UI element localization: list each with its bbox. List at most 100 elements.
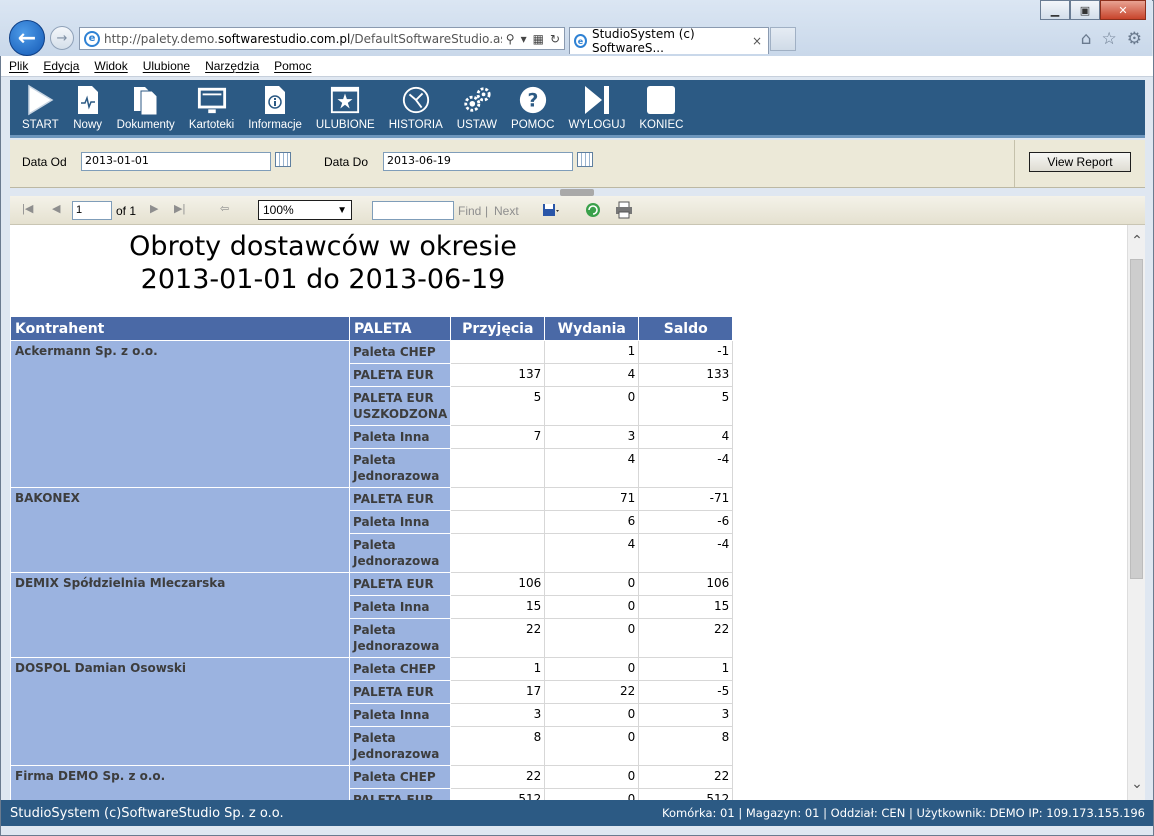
close-window-icon[interactable]: ✕ [1100, 0, 1146, 20]
menu-item-plik[interactable]: Plik [9, 59, 28, 73]
paleta-cell: Paleta Jednorazowa [348, 533, 452, 573]
gears-icon [462, 84, 492, 116]
paleta-cell: PALETA EUR [348, 487, 452, 511]
next-page-icon[interactable]: ▶ [150, 202, 158, 215]
saldo-cell: 22 [638, 765, 734, 789]
settings-gear-icon[interactable]: ⚙ [1127, 29, 1142, 49]
search-icon[interactable]: ⚲ [506, 32, 515, 46]
toolbar-historia-label: HISTORIA [388, 119, 443, 131]
address-bar[interactable]: e http://palety.demo.softwarestudio.com.… [79, 27, 565, 50]
report-scrollbar[interactable]: ⌃ ⌄ [1127, 225, 1145, 800]
scroll-up-icon[interactable]: ⌃ [1128, 233, 1146, 249]
compatibility-icon[interactable]: ▦ [533, 32, 544, 46]
toolbar-pomoc-button[interactable]: ? POMOC [504, 80, 561, 135]
przyjecia-cell: 137 [450, 363, 546, 387]
back-arrow-icon: ← [17, 25, 37, 51]
paleta-cell: PALETA EUR [348, 363, 452, 387]
saldo-cell: 512 [638, 788, 734, 800]
favorites-star-icon[interactable]: ☆ [1102, 29, 1117, 49]
kontrahent-cell: DEMIX Spółdzielnia Mleczarska [10, 572, 350, 658]
url-text[interactable]: http://palety.demo.softwarestudio.com.pl… [104, 32, 502, 46]
export-icon[interactable] [542, 201, 560, 219]
end-icon [646, 84, 676, 116]
wydania-cell: 0 [544, 765, 640, 789]
next-link[interactable]: Next [494, 204, 519, 218]
paleta-cell: Paleta Jednorazowa [348, 448, 452, 488]
collapse-parameters-handle[interactable] [560, 189, 594, 196]
menu-item-edycja[interactable]: Edycja [43, 59, 79, 73]
page-number-input[interactable]: 1 [72, 201, 112, 220]
new-tab-button[interactable] [770, 27, 796, 51]
wydania-cell: 0 [544, 703, 640, 727]
info-icon [260, 84, 290, 116]
toolbar-kartoteki-button[interactable]: Kartoteki [182, 80, 241, 135]
toolbar-wyloguj-label: WYLOGUJ [568, 119, 626, 131]
back-button[interactable]: ← [9, 20, 45, 56]
wydania-cell: 4 [544, 448, 640, 488]
status-copyright: StudioSystem (c)SoftwareStudio Sp. z o.o… [10, 805, 284, 821]
toolbar-koniec-button[interactable]: KONIEC [632, 80, 690, 135]
date-from-input[interactable]: 2013-01-01 [81, 152, 271, 171]
paleta-cell: Paleta CHEP [348, 657, 452, 681]
find-input[interactable] [372, 201, 454, 220]
przyjecia-cell [450, 448, 546, 488]
paleta-cell: Paleta Jednorazowa [348, 726, 452, 766]
print-icon[interactable] [615, 201, 633, 219]
report-toolbar: |◀ ◀ 1 of 1 ▶ ▶| ⇦ 100% ▼ Find | Next [10, 196, 1145, 225]
find-link[interactable]: Find [458, 204, 481, 218]
forward-button[interactable]: → [50, 26, 74, 50]
browser-tab[interactable]: e StudioSystem (c) SoftwareS... × [569, 27, 769, 55]
saldo-cell: 8 [638, 726, 734, 766]
saldo-cell: 3 [638, 703, 734, 727]
saldo-cell: 22 [638, 618, 734, 658]
previous-page-icon[interactable]: ◀ [52, 202, 60, 215]
last-page-icon[interactable]: ▶| [174, 202, 185, 215]
calendar-icon[interactable] [275, 152, 291, 167]
zoom-select[interactable]: 100% ▼ [258, 200, 352, 220]
ie-favicon-icon: e [84, 30, 100, 47]
refresh-report-icon[interactable] [584, 201, 602, 219]
paleta-cell: Paleta Inna [348, 703, 452, 727]
toolbar-informacje-button[interactable]: Informacje [241, 80, 309, 135]
toolbar-new-button[interactable]: Nowy [66, 80, 110, 135]
toolbar-ulubione-label: ULUBIONE [315, 119, 375, 131]
first-page-icon[interactable]: |◀ [22, 202, 33, 215]
przyjecia-cell: 1 [450, 657, 546, 681]
table-row: BAKONEX PALETA EUR 71 -71 [10, 487, 734, 573]
toolbar-historia-button[interactable]: HISTORIA [382, 80, 450, 135]
home-icon[interactable]: ⌂ [1081, 29, 1092, 49]
column-header-paleta: PALETA [348, 316, 452, 341]
saldo-cell: 15 [638, 595, 734, 619]
tab-close-icon[interactable]: × [752, 34, 762, 48]
menu-item-widok[interactable]: Widok [94, 59, 127, 73]
dropdown-icon[interactable]: ▾ [521, 32, 527, 46]
scrollbar-thumb[interactable] [1130, 259, 1143, 579]
table-row: DEMIX Spółdzielnia Mleczarska PALETA EUR 1… [10, 572, 734, 658]
date-to-input[interactable]: 2013-06-19 [383, 152, 573, 171]
przyjecia-cell: 5 [450, 386, 546, 426]
refresh-icon[interactable]: ↻ [550, 32, 560, 46]
toolbar-wyloguj-button[interactable]: WYLOGUJ [562, 80, 633, 135]
new-document-icon [73, 84, 103, 116]
logout-icon [582, 84, 612, 116]
view-report-button[interactable]: View Report [1029, 152, 1131, 172]
wydania-cell: 0 [544, 595, 640, 619]
toolbar-start-button[interactable]: START [15, 80, 66, 135]
maximize-icon[interactable]: ▣ [1070, 0, 1100, 20]
calendar-icon[interactable] [577, 152, 593, 167]
minimize-icon[interactable]: ▁ [1040, 0, 1070, 20]
documents-icon [131, 84, 161, 116]
wydania-cell: 0 [544, 788, 640, 800]
column-header-saldo: Saldo [638, 316, 734, 341]
scroll-down-icon[interactable]: ⌄ [1128, 776, 1146, 792]
back-to-parent-icon[interactable]: ⇦ [220, 202, 229, 215]
menu-item-pomoc[interactable]: Pomoc [274, 59, 311, 73]
svg-text:?: ? [527, 91, 538, 112]
toolbar-documents-button[interactable]: Dokumenty [110, 80, 182, 135]
menu-item-narzedzia[interactable]: Narzędzia [205, 59, 259, 73]
menu-item-ulubione[interactable]: Ulubione [143, 59, 190, 73]
toolbar-ustaw-button[interactable]: USTAW [450, 80, 504, 135]
toolbar-ulubione-button[interactable]: ULUBIONE [309, 80, 382, 135]
wydania-cell: 0 [544, 618, 640, 658]
page-count-label: of 1 [116, 204, 137, 218]
